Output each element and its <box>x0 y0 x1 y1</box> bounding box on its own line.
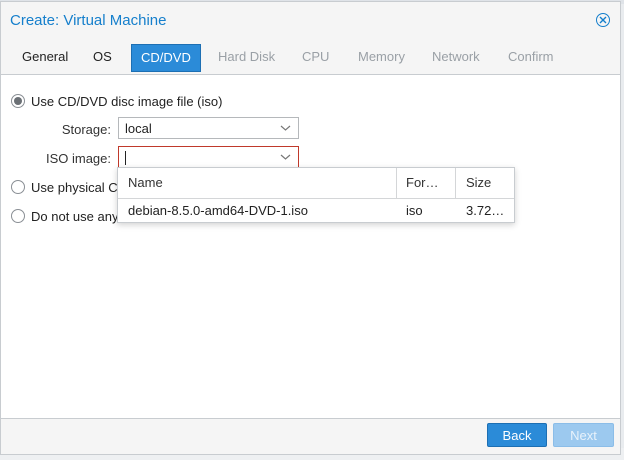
back-button[interactable]: Back <box>487 423 547 447</box>
tab-cd-dvd[interactable]: CD/DVD <box>131 44 201 72</box>
column-divider <box>396 168 397 198</box>
text-caret <box>125 151 126 165</box>
storage-select[interactable]: local <box>118 117 299 139</box>
cell-size: 3.72… <box>466 203 505 218</box>
create-vm-dialog: Create: Virtual Machine General OS CD/DV… <box>0 1 621 455</box>
option-iso-row[interactable]: Use CD/DVD disc image file (iso) <box>11 92 222 110</box>
option-physical-row[interactable]: Use physical C <box>11 178 118 196</box>
tab-hard-disk: Hard Disk <box>218 49 276 64</box>
radio-physical[interactable] <box>11 180 25 194</box>
column-header-size[interactable]: Size <box>466 168 491 198</box>
next-button: Next <box>553 423 614 447</box>
cell-format: iso <box>406 203 423 218</box>
column-divider <box>455 168 456 198</box>
close-icon[interactable] <box>596 13 610 27</box>
option-none-label: Do not use any <box>31 208 119 224</box>
tab-cpu: CPU <box>302 49 330 64</box>
list-item[interactable]: debian-8.5.0-amd64-DVD-1.iso iso 3.72… <box>118 199 514 223</box>
wizard-tabs: General OS CD/DVD Hard Disk CPU Memory N… <box>1 44 620 72</box>
column-header-format[interactable]: For… <box>406 168 439 198</box>
storage-label: Storage: <box>61 122 111 137</box>
dialog-title: Create: Virtual Machine <box>10 12 167 29</box>
cell-name: debian-8.5.0-amd64-DVD-1.iso <box>128 203 308 218</box>
option-physical-label: Use physical C <box>31 179 118 195</box>
dialog-titlebar: Create: Virtual Machine <box>1 2 620 38</box>
cd-dvd-panel: Use CD/DVD disc image file (iso) Storage… <box>1 74 620 419</box>
iso-image-label: ISO image: <box>45 151 111 166</box>
option-none-row[interactable]: Do not use any <box>11 207 118 225</box>
chevron-down-icon <box>280 154 291 160</box>
tab-memory: Memory <box>358 49 405 64</box>
storage-value: local <box>125 121 152 136</box>
iso-image-select[interactable] <box>118 146 299 168</box>
iso-dropdown-list: Name For… Size debian-8.5.0-amd64-DVD-1.… <box>117 167 515 223</box>
column-header-name[interactable]: Name <box>128 168 163 198</box>
tab-os[interactable]: OS <box>84 44 121 70</box>
radio-none[interactable] <box>11 209 25 223</box>
option-iso-label: Use CD/DVD disc image file (iso) <box>31 93 223 109</box>
chevron-down-icon <box>280 125 291 131</box>
dropdown-header: Name For… Size <box>118 168 514 199</box>
tab-confirm: Confirm <box>508 49 554 64</box>
tab-general[interactable]: General <box>13 44 77 70</box>
radio-iso[interactable] <box>11 94 25 108</box>
tab-network: Network <box>432 49 480 64</box>
